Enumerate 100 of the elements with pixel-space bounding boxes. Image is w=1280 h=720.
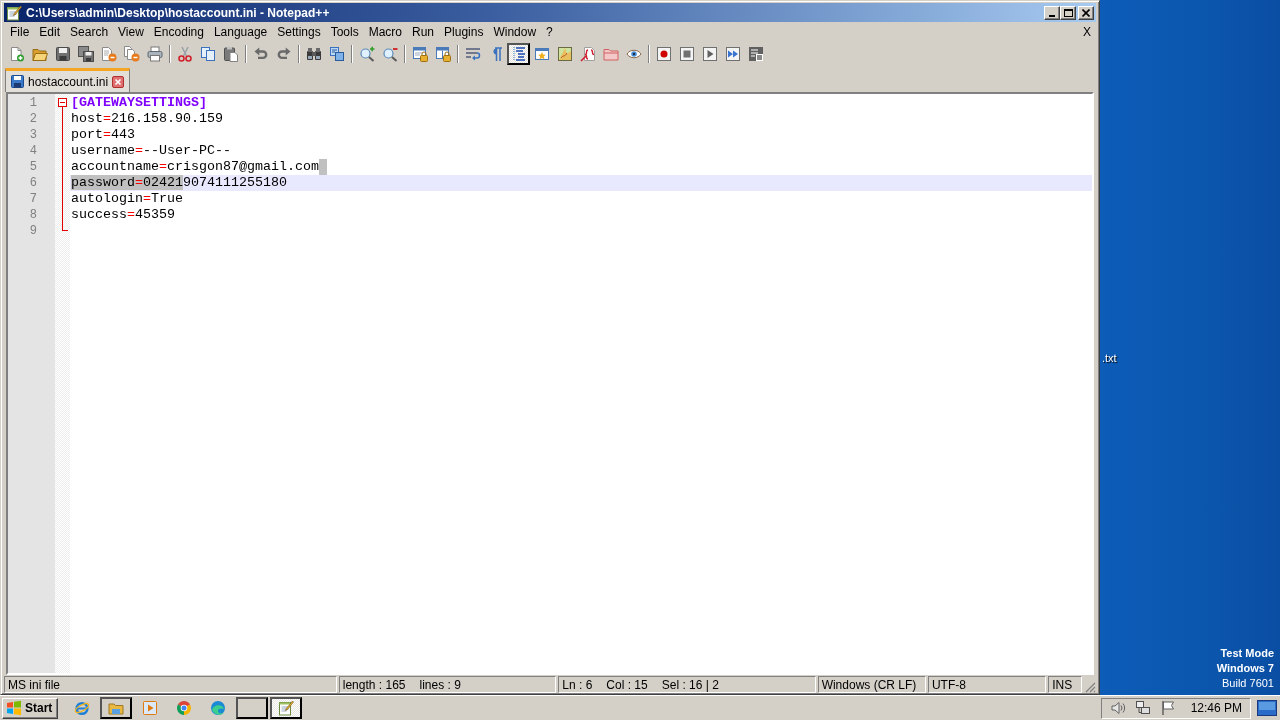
record-icon	[655, 45, 672, 62]
line-number: 3	[29, 127, 37, 143]
line-number: 4	[29, 143, 37, 159]
desktop-icon-label[interactable]: .txt	[1102, 352, 1117, 364]
taskbar-button[interactable]	[100, 697, 133, 719]
menu-item[interactable]: Plugins	[439, 23, 489, 40]
window-title: C:\Users\admin\Desktop\hostaccount.ini - Notepad++	[26, 5, 330, 20]
code-line: accountname=crisgon87@gmail.com	[71, 159, 319, 175]
menu-item[interactable]: View	[113, 23, 149, 40]
overlapping-pages-icon	[328, 45, 345, 62]
menu-item[interactable]: Encoding	[148, 23, 209, 40]
clipboard-icon	[222, 45, 239, 62]
line-number: 8	[29, 207, 37, 223]
code-line: host=216.158.90.159	[71, 111, 223, 127]
line-number: 9	[29, 223, 37, 239]
notepad-icon	[6, 4, 22, 21]
line-number: 2	[29, 111, 37, 127]
page-braces-icon	[579, 45, 596, 62]
status-text: Col : 15	[606, 677, 648, 692]
word-wrap-icon	[464, 45, 481, 62]
menu-item[interactable]: File	[5, 23, 35, 40]
collapse-icon[interactable]	[58, 98, 67, 107]
code-line: username=--User-PC--	[71, 143, 231, 159]
window-lock-icon	[434, 45, 451, 62]
maximize-icon	[1063, 8, 1073, 17]
close-document-button[interactable]: X	[1081, 24, 1093, 39]
close-button[interactable]	[1078, 5, 1094, 20]
tab-label: hostaccount.ini	[28, 74, 109, 89]
line-number: 7	[29, 191, 37, 207]
redo-icon	[275, 45, 292, 62]
menu-item[interactable]: Macro	[363, 23, 407, 40]
status-text: Windows (CR LF)	[821, 677, 917, 692]
code-line: password=024219074111255180	[71, 175, 287, 191]
menu-item[interactable]: Settings	[272, 23, 326, 40]
binoculars-icon	[305, 45, 322, 62]
status-text: UTF-8	[931, 677, 966, 692]
menu-item[interactable]: Search	[65, 23, 114, 40]
fast-forward-icon	[724, 45, 741, 62]
menu-item[interactable]: ?	[541, 23, 558, 40]
floppy-disks-icon	[77, 45, 94, 62]
menu-item[interactable]: Edit	[34, 23, 66, 40]
stop-icon	[678, 45, 695, 62]
system-notice-text: Windows 7	[1216, 661, 1274, 676]
undo-icon	[252, 45, 269, 62]
window-lock-icon	[411, 45, 428, 62]
indent-guide-button[interactable]	[507, 42, 530, 65]
menu-item[interactable]: Tools	[325, 23, 364, 40]
status-text: INS	[1052, 677, 1073, 692]
status-text: length : 165	[342, 677, 406, 692]
flag-icon[interactable]	[1159, 700, 1176, 716]
scissors-icon	[176, 45, 193, 62]
maximize-button[interactable]	[1060, 5, 1076, 20]
show-desktop-button[interactable]	[1256, 697, 1278, 719]
code-line: success=45359	[71, 207, 175, 223]
play-icon	[701, 45, 718, 62]
browser-icon	[210, 700, 227, 716]
menu-item[interactable]: Window	[488, 23, 542, 40]
windows-logo-icon	[6, 700, 22, 716]
menu-item[interactable]: Language	[208, 23, 273, 40]
printer-icon	[146, 45, 163, 62]
line-number: 6	[29, 175, 37, 191]
taskbar-button[interactable]	[270, 697, 303, 719]
line-number: 1	[29, 95, 37, 111]
status-text: lines : 9	[419, 677, 461, 692]
notepad-icon	[278, 700, 295, 716]
list-icon	[747, 45, 764, 62]
code-line: autologin=True	[71, 191, 183, 207]
line-number: 5	[29, 159, 37, 175]
taskbar-button[interactable]	[236, 697, 269, 719]
page-plus-icon	[8, 45, 25, 62]
map-icon	[556, 45, 573, 62]
speaker-icon[interactable]	[1109, 700, 1126, 716]
minimize-button[interactable]	[1044, 5, 1060, 20]
status-text: MS ini file	[8, 677, 60, 692]
desktop-screen-icon	[1257, 700, 1277, 716]
copy-icon	[199, 45, 216, 62]
menu-item[interactable]: Run	[407, 23, 440, 40]
page-minus-icon	[100, 45, 117, 62]
zoom-in-icon	[358, 45, 375, 62]
status-text: Ln : 6	[562, 677, 593, 692]
zoom-out-icon	[381, 45, 398, 62]
system-notice-text: Test Mode	[1220, 646, 1274, 661]
browser-icon	[176, 700, 193, 716]
network-icon[interactable]	[1134, 700, 1151, 716]
browser-icon	[74, 700, 91, 716]
code-line: port=443	[71, 127, 135, 143]
pages-minus-icon	[123, 45, 140, 62]
folder-icon	[108, 700, 125, 716]
start-button[interactable]: Start	[2, 697, 59, 719]
close-icon	[1082, 8, 1090, 17]
indent-lines-icon	[510, 45, 527, 62]
media-player-icon	[142, 700, 159, 716]
clock-text[interactable]: 12:46 PM	[1190, 701, 1242, 715]
status-text: Sel : 16 | 2	[661, 677, 719, 692]
minimize-icon	[1049, 15, 1055, 17]
code-line: [GATEWAYSETTINGS]	[71, 95, 207, 111]
close-icon[interactable]	[112, 75, 125, 88]
system-notice-text: Build 7601	[1222, 676, 1274, 691]
file-tab[interactable]: hostaccount.ini	[5, 68, 131, 92]
resize-grip-icon[interactable]	[1084, 681, 1096, 693]
